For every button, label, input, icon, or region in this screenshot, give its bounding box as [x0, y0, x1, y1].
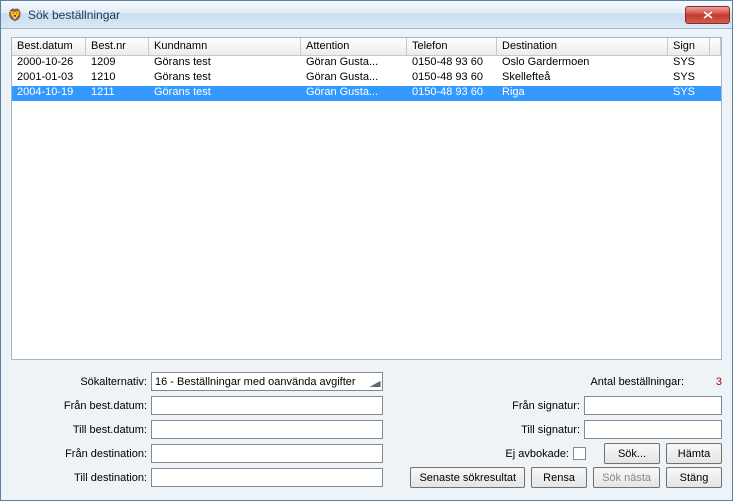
table-cell: SYS [668, 71, 710, 86]
table-cell: Görans test [149, 71, 301, 86]
sokalt-label: Sökalternativ: [11, 376, 151, 388]
col-header-name[interactable]: Kundnamn [149, 38, 301, 55]
till-best-label: Till best.datum: [11, 424, 151, 436]
ej-avbok-label: Ej avbokade: [505, 448, 573, 460]
table-cell: Skellefteå [497, 71, 668, 86]
close-icon [703, 11, 713, 19]
col-header-date[interactable]: Best.datum [12, 38, 86, 55]
antal-label: Antal beställningar: [590, 376, 684, 388]
table-cell: Görans test [149, 86, 301, 101]
table-cell: 0150-48 93 60 [407, 86, 497, 101]
table-cell: 2001-01-03 [12, 71, 86, 86]
senaste-button[interactable]: Senaste sökresultat [410, 467, 525, 488]
table-cell: 0150-48 93 60 [407, 56, 497, 71]
till-dest-label: Till destination: [11, 472, 151, 484]
table-cell [710, 86, 721, 101]
till-sign-input[interactable] [584, 420, 722, 439]
table-cell: Göran Gusta... [301, 86, 407, 101]
ej-avbok-checkbox[interactable] [573, 447, 586, 460]
till-dest-input[interactable] [151, 468, 383, 487]
table-header: Best.datum Best.nr Kundnamn Attention Te… [12, 38, 721, 56]
col-header-sign[interactable]: Sign [668, 38, 710, 55]
fran-sign-label: Från signatur: [486, 400, 584, 412]
table-cell: 0150-48 93 60 [407, 71, 497, 86]
sokalt-value: 16 - Beställningar med oanvända avgifter [155, 376, 356, 388]
antal-value: 3 [692, 376, 722, 388]
col-header-dest[interactable]: Destination [497, 38, 668, 55]
sokalt-select[interactable]: 16 - Beställningar med oanvända avgifter… [151, 372, 383, 391]
sok-nasta-button[interactable]: Sök nästa [593, 467, 660, 488]
chevron-down-icon: ◢ [369, 379, 380, 388]
table-cell: Oslo Gardermoen [497, 56, 668, 71]
table-body: 2000-10-261209Görans testGöran Gusta...0… [12, 56, 721, 359]
titlebar: 🦁 Sök beställningar [1, 1, 732, 29]
table-cell: 2000-10-26 [12, 56, 86, 71]
fran-best-input[interactable] [151, 396, 383, 415]
results-table[interactable]: Best.datum Best.nr Kundnamn Attention Te… [11, 37, 722, 360]
table-cell: Riga [497, 86, 668, 101]
table-cell: 1211 [86, 86, 149, 101]
table-cell: 2004-10-19 [12, 86, 86, 101]
till-best-input[interactable] [151, 420, 383, 439]
col-header-nr[interactable]: Best.nr [86, 38, 149, 55]
col-header-attention[interactable]: Attention [301, 38, 407, 55]
rensa-button[interactable]: Rensa [531, 467, 587, 488]
table-cell: SYS [668, 86, 710, 101]
table-cell: Göran Gusta... [301, 56, 407, 71]
table-cell: 1210 [86, 71, 149, 86]
hamta-button[interactable]: Hämta [666, 443, 722, 464]
sok-button[interactable]: Sök... [604, 443, 660, 464]
col-header-telefon[interactable]: Telefon [407, 38, 497, 55]
table-cell: SYS [668, 56, 710, 71]
table-cell: 1209 [86, 56, 149, 71]
fran-best-label: Från best.datum: [11, 400, 151, 412]
window-title: Sök beställningar [28, 8, 120, 22]
window-frame: 🦁 Sök beställningar Best.datum Best.nr K… [0, 0, 733, 501]
till-sign-label: Till signatur: [486, 424, 584, 436]
fran-dest-input[interactable] [151, 444, 383, 463]
stang-button[interactable]: Stäng [666, 467, 722, 488]
content-area: Best.datum Best.nr Kundnamn Attention Te… [1, 29, 732, 500]
col-header-spacer [710, 38, 721, 55]
close-button[interactable] [685, 6, 730, 24]
table-cell: Göran Gusta... [301, 71, 407, 86]
fran-dest-label: Från destination: [11, 448, 151, 460]
table-row[interactable]: 2001-01-031210Görans testGöran Gusta...0… [12, 71, 721, 86]
fran-sign-input[interactable] [584, 396, 722, 415]
app-icon: 🦁 [7, 7, 23, 23]
table-cell [710, 56, 721, 71]
table-row[interactable]: 2004-10-191211Görans testGöran Gusta...0… [12, 86, 721, 101]
table-row[interactable]: 2000-10-261209Görans testGöran Gusta...0… [12, 56, 721, 71]
table-cell: Görans test [149, 56, 301, 71]
search-form: Sökalternativ: 16 - Beställningar med oa… [11, 370, 722, 490]
table-cell [710, 71, 721, 86]
